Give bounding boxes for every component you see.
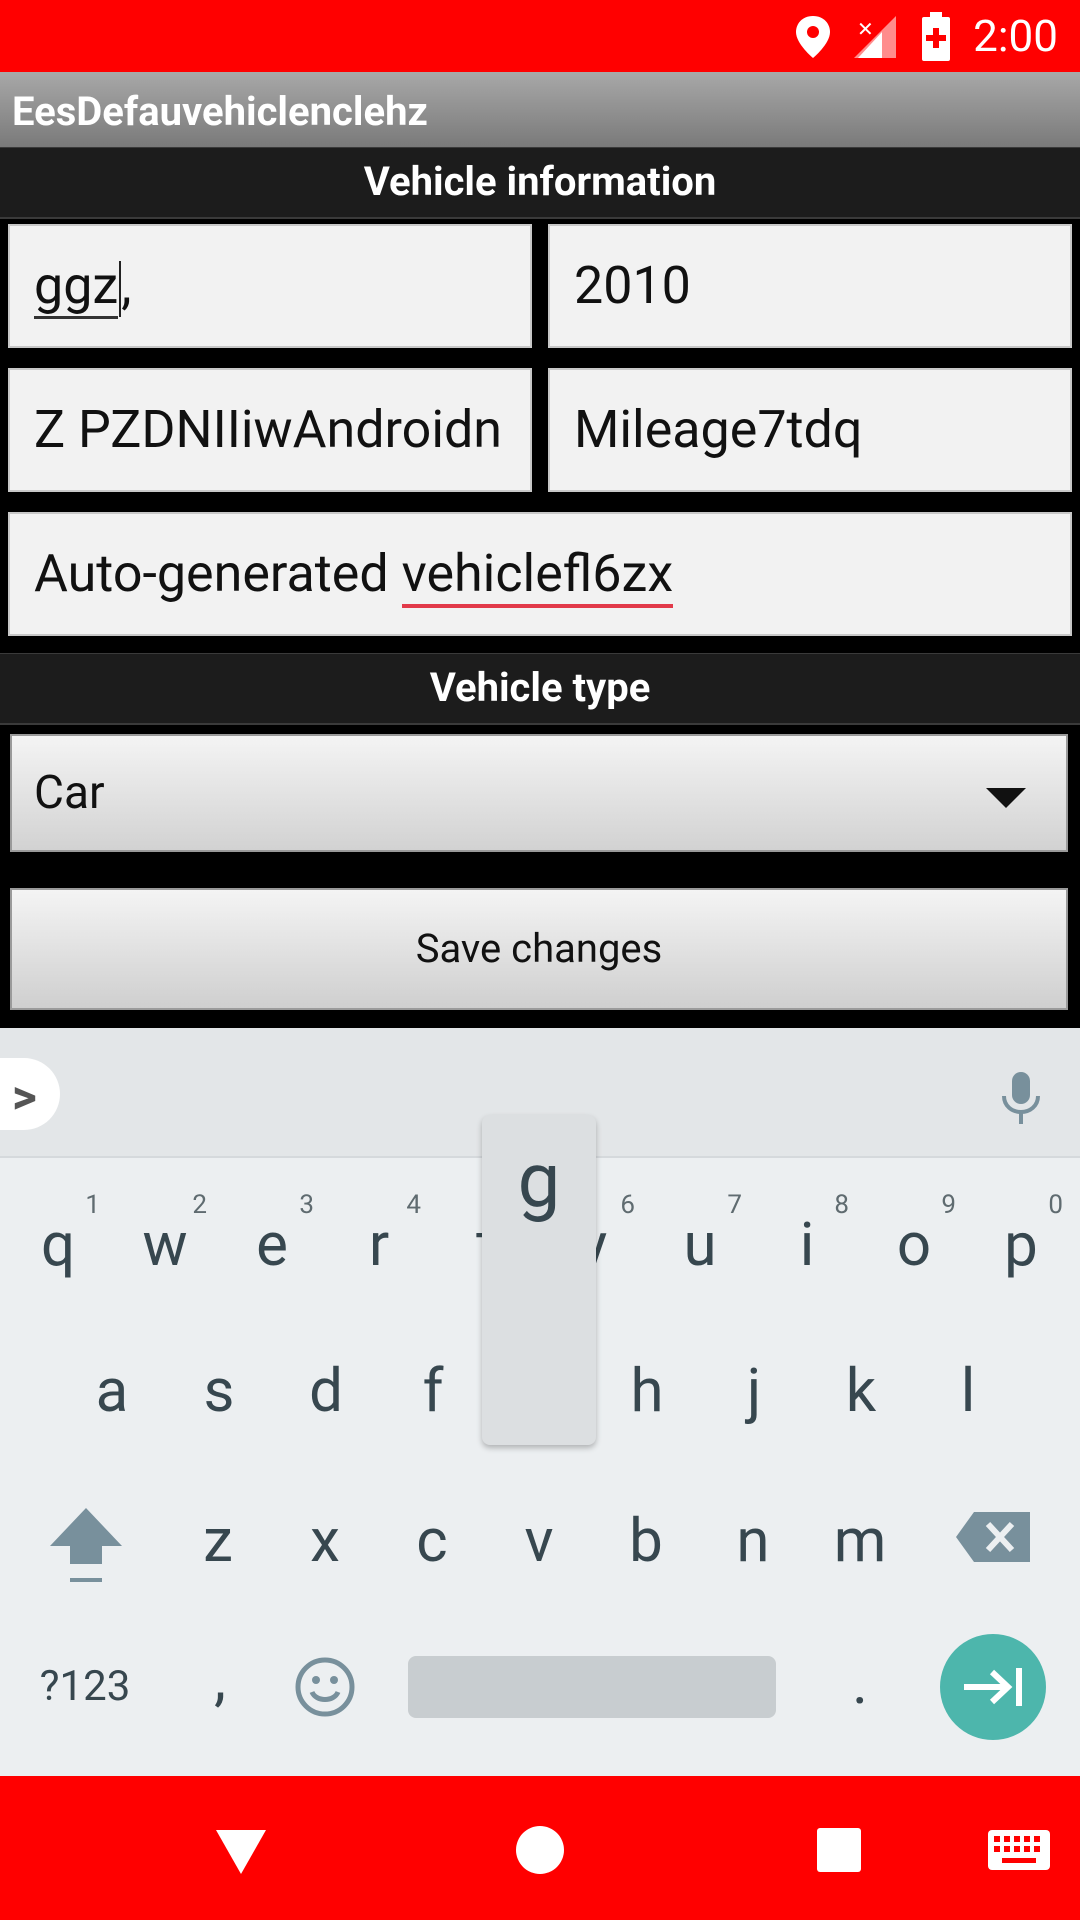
mileage-field[interactable]: Mileage7tdq <box>548 368 1072 492</box>
clock: 2:00 <box>973 10 1058 62</box>
spacebar[interactable] <box>408 1656 776 1718</box>
key-p[interactable]: p0 <box>971 1180 1071 1310</box>
key-preview-popup: g <box>482 1115 596 1445</box>
emoji-icon[interactable] <box>294 1656 356 1718</box>
key-b[interactable]: b <box>596 1476 696 1606</box>
key-c[interactable]: c <box>382 1476 482 1606</box>
expand-toolbar-button[interactable]: > <box>0 1058 60 1130</box>
key-j[interactable]: j <box>704 1326 804 1456</box>
chevron-right-icon: > <box>12 1068 37 1125</box>
make-field[interactable]: ggz, <box>8 224 532 348</box>
key-h[interactable]: h <box>597 1326 697 1456</box>
key-s[interactable]: s <box>169 1326 269 1456</box>
key-x[interactable]: x <box>275 1476 375 1606</box>
microphone-icon[interactable] <box>998 1070 1044 1126</box>
shift-icon[interactable] <box>50 1508 122 1584</box>
key-i[interactable]: i8 <box>757 1180 857 1310</box>
key-r[interactable]: r4 <box>329 1180 429 1310</box>
vehicle-information-header: Vehicle information <box>0 147 1080 219</box>
key-w[interactable]: w2 <box>115 1180 215 1310</box>
key-u[interactable]: u7 <box>650 1180 750 1310</box>
svg-text:✕: ✕ <box>857 19 874 41</box>
key-m[interactable]: m <box>810 1476 910 1606</box>
misspelled-word: vehiclefl6zx <box>401 543 674 608</box>
key-d[interactable]: d <box>276 1326 376 1456</box>
key-l[interactable]: l <box>918 1326 1018 1456</box>
key-e[interactable]: e3 <box>222 1180 322 1310</box>
signal-icon: ✕ <box>854 16 896 58</box>
key-comma[interactable]: , <box>170 1614 270 1744</box>
save-changes-button[interactable]: Save changes <box>10 888 1068 1010</box>
dropdown-arrow-icon <box>986 788 1026 808</box>
app-title: EesDefauvehiclenclehz <box>12 88 428 135</box>
recents-icon[interactable] <box>817 1828 861 1872</box>
popup-letter: g <box>517 1135 561 1225</box>
action-bar: EesDefauvehiclenclehz <box>0 72 1080 147</box>
key-q[interactable]: q1 <box>8 1180 108 1310</box>
vehicle-type-dropdown[interactable]: Car <box>10 734 1068 852</box>
symbols-key[interactable]: ?123 <box>20 1622 150 1752</box>
key-n[interactable]: n <box>703 1476 803 1606</box>
location-icon <box>796 16 830 58</box>
next-field-button[interactable] <box>940 1634 1046 1740</box>
navigation-bar <box>0 1776 1080 1920</box>
model-field[interactable]: Z PZDNIIiwAndroidn <box>8 368 532 492</box>
battery-icon <box>922 12 950 61</box>
backspace-icon[interactable] <box>956 1512 1030 1562</box>
composing-text: ggz <box>34 255 119 319</box>
key-a[interactable]: a <box>62 1326 162 1456</box>
key-f[interactable]: f <box>383 1326 483 1456</box>
description-field[interactable]: Auto-generated vehiclefl6zx <box>8 512 1072 636</box>
keyboard-switch-icon[interactable] <box>988 1830 1050 1870</box>
key-o[interactable]: o9 <box>864 1180 964 1310</box>
key-z[interactable]: z <box>168 1476 268 1606</box>
comma-char: , <box>121 255 132 316</box>
year-field[interactable]: 2010 <box>548 224 1072 348</box>
back-icon[interactable] <box>216 1830 266 1874</box>
tab-arrow-icon <box>964 1668 1022 1706</box>
key-v[interactable]: v <box>489 1476 589 1606</box>
home-icon[interactable] <box>516 1826 564 1874</box>
description-prefix: Auto-generated <box>34 543 402 604</box>
dropdown-selected-value: Car <box>34 766 105 820</box>
key-k[interactable]: k <box>811 1326 911 1456</box>
key-period[interactable]: . <box>810 1618 910 1748</box>
vehicle-type-header: Vehicle type <box>0 653 1080 725</box>
status-bar: ✕ 2:00 <box>0 0 1080 72</box>
